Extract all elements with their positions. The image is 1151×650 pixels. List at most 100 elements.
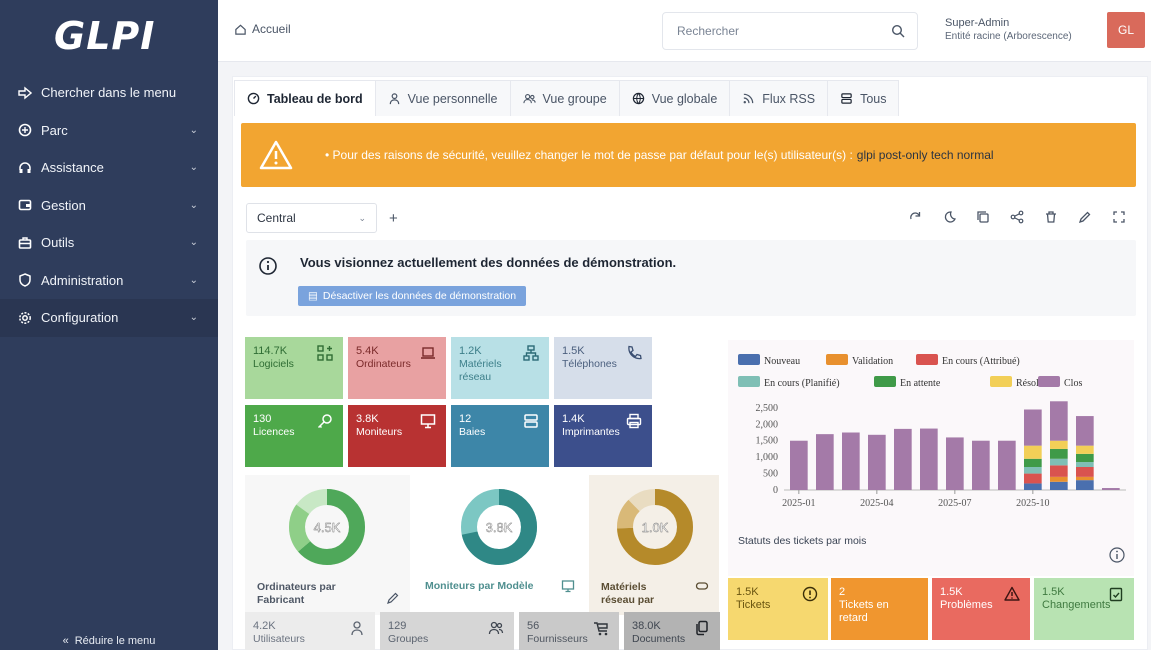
- bar-segment: [920, 428, 938, 490]
- legend-swatch: [826, 354, 848, 365]
- legend-swatch: [1038, 376, 1060, 387]
- search-icon[interactable]: [891, 24, 905, 38]
- donut-monitors-by-model[interactable]: 3.8K Moniteurs par Modèle: [413, 475, 585, 615]
- edit-button[interactable]: [1068, 206, 1102, 228]
- tab-dashboard[interactable]: Tableau de bord: [234, 80, 376, 116]
- chevron-down-icon: ⌄: [189, 124, 198, 136]
- delete-button[interactable]: [1034, 206, 1068, 228]
- x-tick-label: 2025-07: [938, 498, 971, 509]
- bar-segment: [972, 440, 990, 490]
- collapse-menu-button[interactable]: « Réduire le menu: [0, 632, 218, 650]
- user-name: Super-Admin: [945, 17, 1010, 29]
- chevron-down-icon: ⌄: [189, 237, 198, 249]
- refresh-icon: [910, 212, 921, 220]
- search-input[interactable]: Rechercher: [662, 12, 918, 50]
- tab-group-view[interactable]: Vue groupe: [509, 80, 620, 116]
- alert-users-link[interactable]: glpi post-only tech normal: [857, 148, 994, 162]
- warning-icon: [1004, 586, 1020, 601]
- bar-segment: [1050, 465, 1068, 477]
- disable-demo-button[interactable]: ▤ Désactiver les données de démonstratio…: [298, 286, 527, 306]
- tab-personal-view[interactable]: Vue personnelle: [374, 80, 511, 116]
- monitor-icon: [561, 580, 575, 593]
- tile-network-devices[interactable]: 1.2K Matériels réseau: [451, 337, 549, 399]
- legend-label: En cours (Planifié): [764, 378, 840, 389]
- rss-icon: [743, 93, 754, 104]
- tile-printers[interactable]: 1.4K Imprimantes: [554, 405, 652, 467]
- donut-computers-by-manufacturer[interactable]: 4.5K Ordinateurs par Fabricant: [245, 475, 410, 615]
- bar-segment: [1024, 409, 1042, 446]
- donut-chart: 1.0K: [617, 489, 693, 565]
- sidebar-item-outils[interactable]: Outils ⌄: [0, 224, 218, 262]
- alert-text: • Pour des raisons de sécurité, veuillez…: [325, 148, 853, 162]
- copy-icon: [977, 211, 989, 223]
- night-mode-button[interactable]: [932, 206, 966, 228]
- chevron-down-icon: ⌄: [189, 312, 198, 324]
- add-dashboard-button[interactable]: +: [389, 210, 398, 227]
- tile-racks[interactable]: 12 Baies: [451, 405, 549, 467]
- clone-button[interactable]: [966, 206, 1000, 228]
- dashboard-select[interactable]: Central ⌄: [246, 203, 377, 233]
- info-icon[interactable]: [1108, 546, 1126, 564]
- x-tick-label: 2025-10: [1016, 498, 1049, 509]
- tile-computers[interactable]: 5.4K Ordinateurs: [348, 337, 446, 399]
- box-icon: [18, 123, 32, 137]
- trash-icon: [1046, 211, 1056, 223]
- refresh-button[interactable]: [898, 206, 932, 228]
- avatar[interactable]: GL: [1107, 12, 1145, 48]
- glpi-logo[interactable]: GLPI: [54, 14, 155, 58]
- tile-software[interactable]: 114.7K Logiciels: [245, 337, 343, 399]
- chevron-down-icon: ⌄: [189, 162, 198, 174]
- edit-icon[interactable]: [386, 591, 400, 605]
- bar-segment: [1050, 458, 1068, 466]
- bar-segment: [1076, 467, 1094, 477]
- stat-tickets[interactable]: 1.5K Tickets: [728, 578, 828, 640]
- tile-monitors[interactable]: 3.8K Moniteurs: [348, 405, 446, 467]
- tile-suppliers[interactable]: 56 Fournisseurs: [519, 612, 619, 650]
- breadcrumb[interactable]: Accueil: [234, 22, 291, 36]
- stat-changes[interactable]: 1.5K Changements: [1034, 578, 1134, 640]
- sidebar-item-search[interactable]: Chercher dans le menu: [0, 74, 218, 112]
- sidebar-item-label: Chercher dans le menu: [41, 85, 177, 101]
- stat-late-tickets[interactable]: 2 Tickets en retard: [831, 578, 928, 640]
- share-icon: [1010, 210, 1024, 224]
- sidebar-item-parc[interactable]: Parc ⌄: [0, 112, 218, 150]
- tab-all[interactable]: Tous: [827, 80, 900, 116]
- tile-phones[interactable]: 1.5K Téléphones: [554, 337, 652, 399]
- user-info[interactable]: Super-Admin Entité racine (Arborescence): [945, 16, 1072, 44]
- tile-documents[interactable]: 38.0K Documents: [624, 612, 720, 650]
- legend-swatch: [738, 376, 760, 387]
- fullscreen-button[interactable]: [1102, 206, 1136, 228]
- donut-chart: 3.8K: [461, 489, 537, 565]
- tile-users[interactable]: 4.2K Utilisateurs: [245, 612, 375, 650]
- sidebar: GLPI Chercher dans le menu Parc ⌄ Assist…: [0, 0, 218, 650]
- tile-licenses[interactable]: 130 Licences: [245, 405, 343, 467]
- tab-rss[interactable]: Flux RSS: [729, 80, 829, 116]
- chevron-down-icon: ⌄: [189, 199, 198, 211]
- tile-groups[interactable]: 129 Groupes: [380, 612, 514, 650]
- legend-label: Nouveau: [764, 356, 800, 367]
- donut-chart: 4.5K: [289, 489, 365, 565]
- share-button[interactable]: [1000, 206, 1034, 228]
- sidebar-item-assistance[interactable]: Assistance ⌄: [0, 149, 218, 187]
- tabs: Tableau de bord Vue personnelle Vue grou…: [234, 80, 900, 116]
- tab-label: Vue groupe: [542, 91, 607, 106]
- truck-icon: [593, 620, 609, 636]
- bar-segment: [1050, 448, 1068, 459]
- sidebar-item-configuration[interactable]: Configuration ⌄: [0, 299, 218, 337]
- donut-title: Moniteurs par Modèle: [425, 580, 534, 592]
- bar-segment: [790, 440, 808, 490]
- arrow-right-icon: [18, 86, 32, 100]
- sidebar-item-administration[interactable]: Administration ⌄: [0, 262, 218, 300]
- sidebar-item-gestion[interactable]: Gestion ⌄: [0, 187, 218, 225]
- clipboard-check-icon: [1109, 587, 1123, 602]
- y-tick-label: 500: [763, 469, 778, 480]
- database-off-icon: ▤: [308, 290, 318, 302]
- legend-swatch: [990, 376, 1012, 387]
- demo-message: Vous visionnez actuellement des données …: [300, 255, 677, 270]
- tab-global-view[interactable]: Vue globale: [618, 80, 731, 116]
- stat-problems[interactable]: 1.5K Problèmes: [932, 578, 1030, 640]
- legend-label: En attente: [900, 378, 941, 389]
- disable-demo-label: Désactiver les données de démonstration: [322, 290, 517, 302]
- donut-network-by-status[interactable]: 1.0K Matériels réseau par Statut: [589, 475, 719, 615]
- files-icon: [694, 620, 710, 636]
